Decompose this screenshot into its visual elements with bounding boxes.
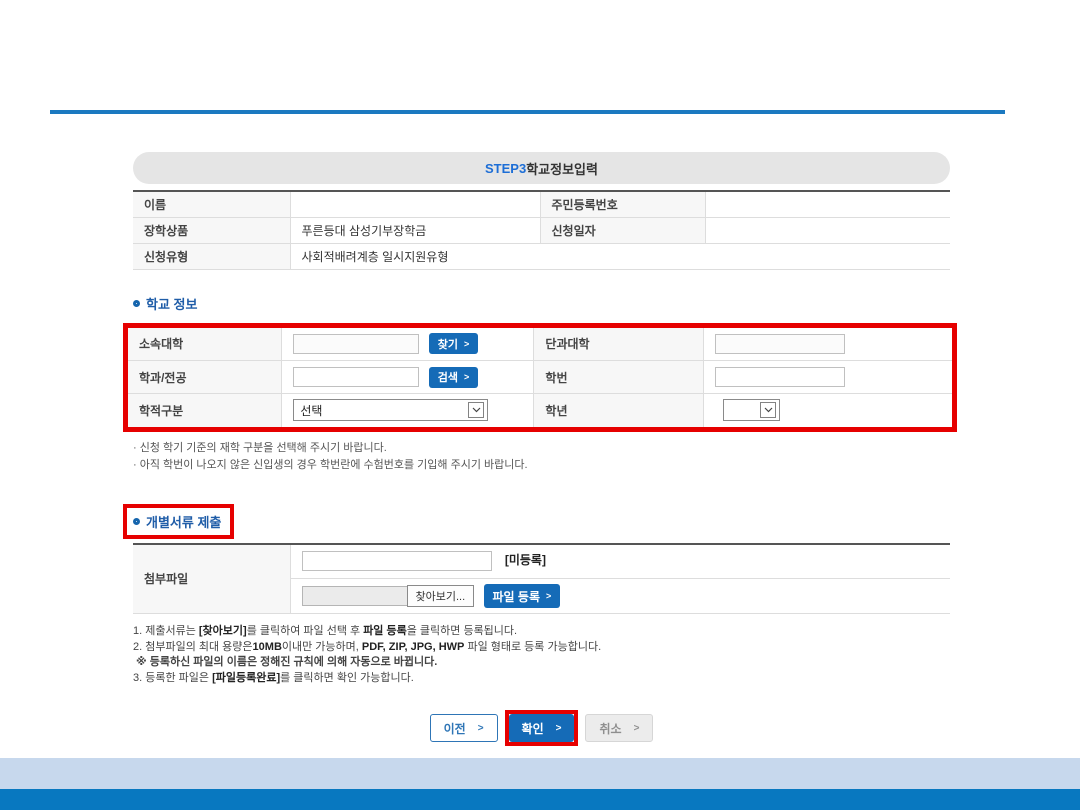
school-info-title-text: 학교 정보 [146,294,197,313]
file-upload-notes: 1. 제출서류는 [찾아보기]를 클릭하여 파일 선택 후 파일 등록을 클릭하… [133,624,950,686]
docs-section-title: 개별서류 제출 [133,512,221,531]
apply-type-label: 신청유형 [133,243,290,269]
confirm-button[interactable]: 확인> [509,714,575,742]
grade-label: 학년 [534,394,704,427]
school-info-hints: · 신청 학기 기준의 재학 구분을 선택해 주시기 바랍니다. · 아직 학번… [133,440,950,474]
page-title: 학교정보입력 [526,159,598,178]
chevron-down-icon [468,402,484,418]
table-row: 신청유형 사회적배려계층 일시지원유형 [133,243,950,269]
personal-info-table: 이름 주민등록번호 장학상품 푸른등대 삼성기부장학금 신청일자 신청유형 사회… [133,190,950,270]
button-arrow: > [464,372,469,382]
highlight-box-docs-title: 개별서류 제출 [123,504,234,539]
button-arrow: > [556,723,562,734]
hint-line: · 아직 학번이 나오지 않은 신입생의 경우 학번란에 수험번호를 기입해 주… [133,457,950,474]
department-input[interactable] [293,367,419,387]
name-value [290,191,540,217]
table-row: 장학상품 푸른등대 삼성기부장학금 신청일자 [133,217,950,243]
university-label: 소속대학 [128,328,282,361]
file-path-field[interactable] [302,586,407,606]
step-header-bar: STEP3학교정보입력 [133,152,950,184]
file-upload-control: 찾아보기... [302,585,475,607]
university-input[interactable] [293,334,419,354]
section-bullet-icon [133,518,140,525]
note-line-warning: ※ 등록하신 파일의 이름은 정해진 규칙에 의해 자동으로 바뀝니다. [133,655,950,671]
table-row: 소속대학 찾기> 단과대학 [128,328,952,361]
note-line: 1. 제출서류는 [찾아보기]를 클릭하여 파일 선택 후 파일 등록을 클릭하… [133,624,950,640]
table-row: 첨부파일 [미등록] [133,544,950,579]
section-bullet-icon [133,300,140,307]
enrollment-status-select[interactable]: 선택 [293,399,488,421]
name-label: 이름 [133,191,290,217]
enrollment-status-label: 학적구분 [128,394,282,427]
attachment-label: 첨부파일 [133,544,290,614]
table-row: 이름 주민등록번호 [133,191,950,217]
table-row: 학과/전공 검색> 학번 [128,361,952,394]
main-content: STEP3학교정보입력 이름 주민등록번호 장학상품 푸른등대 삼성기부장학금 … [133,152,950,746]
student-number-input[interactable] [715,367,845,387]
attachment-status-badge: [미등록] [505,553,546,567]
attachment-filename-input[interactable] [302,551,492,571]
note-line: 3. 등록한 파일은 [파일등록완료]를 클릭하면 확인 가능합니다. [133,671,950,687]
rrn-value [705,191,950,217]
product-label: 장학상품 [133,217,290,243]
browse-button[interactable]: 찾아보기... [407,585,475,607]
college-input[interactable] [715,334,845,354]
step-badge: STEP3 [485,161,526,176]
enrollment-status-selected-value: 선택 [300,402,322,419]
college-label: 단과대학 [534,328,704,361]
cancel-button[interactable]: 취소> [585,714,653,742]
button-arrow: > [464,339,469,349]
table-row: 학적구분 선택 학년 [128,394,952,427]
docs-title-text: 개별서류 제출 [146,512,221,531]
apply-type-value: 사회적배려계층 일시지원유형 [290,243,950,269]
previous-button[interactable]: 이전> [430,714,498,742]
docs-section: 개별서류 제출 [133,504,950,539]
product-value: 푸른등대 삼성기부장학금 [290,217,540,243]
footer-dark-band [0,789,1080,810]
note-line: 2. 첨부파일의 최대 용량은10MB이내만 가능하며, PDF, ZIP, J… [133,640,950,656]
chevron-down-icon [760,402,776,418]
student-number-label: 학번 [534,361,704,394]
apply-date-value [705,217,950,243]
department-label: 학과/전공 [128,361,282,394]
grade-select[interactable] [723,399,780,421]
search-department-button[interactable]: 검색> [429,367,479,388]
school-info-section-title: 학교 정보 [133,294,950,313]
action-button-row: 이전> 확인> 취소> [133,710,950,746]
hint-line: · 신청 학기 기준의 재학 구분을 선택해 주시기 바랍니다. [133,440,950,457]
school-info-table: 소속대학 찾기> 단과대학 학과/전공 검색> 학번 학적구분 [128,328,952,427]
apply-date-label: 신청일자 [540,217,705,243]
button-arrow: > [546,591,551,601]
find-university-button[interactable]: 찾기> [429,333,479,354]
attachment-table: 첨부파일 [미등록] 찾아보기... 파일 등록> [133,543,950,615]
rrn-label: 주민등록번호 [540,191,705,217]
footer-light-band [0,758,1080,789]
button-arrow: > [478,723,484,734]
highlight-box-school-info: 소속대학 찾기> 단과대학 학과/전공 검색> 학번 학적구분 [123,323,957,432]
highlight-box-confirm-button: 확인> [505,710,579,746]
file-register-button[interactable]: 파일 등록> [484,584,561,608]
header-divider-rule [50,110,1005,114]
button-arrow: > [634,723,640,734]
